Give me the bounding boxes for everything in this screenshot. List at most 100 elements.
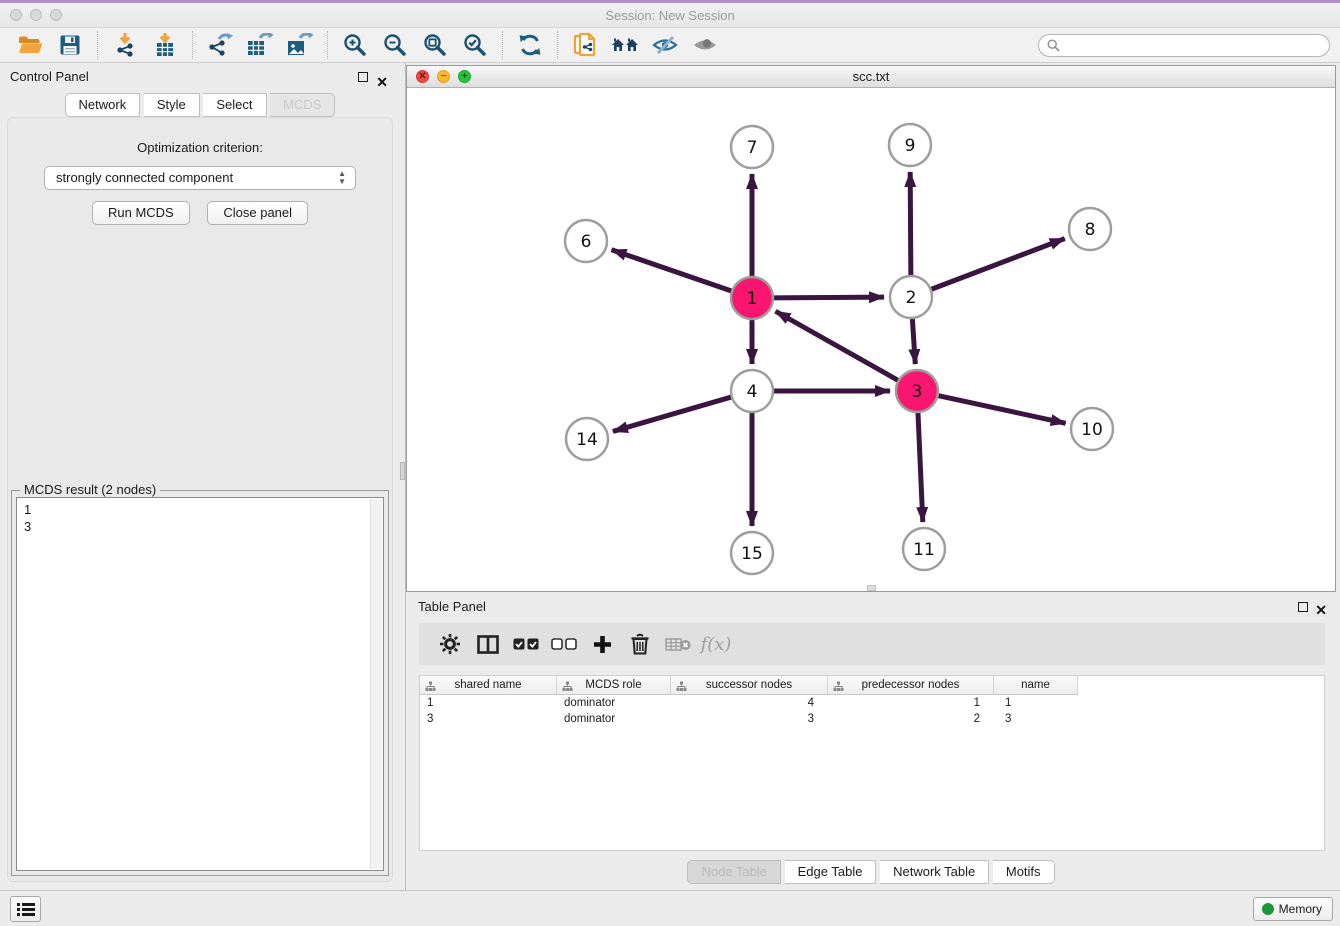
zoom-out-icon[interactable]	[375, 30, 415, 61]
mcds-result-group: MCDS result (2 nodes) 1 3	[11, 490, 389, 876]
cell-predecessor-nodes[interactable]: 1	[828, 695, 994, 711]
network-file-icon[interactable]	[565, 30, 605, 61]
close-table-panel-icon[interactable]: ✕	[1315, 598, 1327, 622]
graph-edge-3-1[interactable]	[776, 311, 901, 381]
cell-shared-name[interactable]: 3	[420, 711, 557, 727]
open-file-icon[interactable]	[10, 30, 50, 61]
hierarchy-icon	[425, 680, 436, 698]
run-mcds-button[interactable]: Run MCDS	[92, 201, 190, 225]
graph-node-label-6: 6	[581, 232, 592, 252]
close-window-icon[interactable]	[10, 9, 22, 21]
neighborhood-icon[interactable]	[605, 30, 645, 61]
delete-icon[interactable]	[621, 628, 659, 660]
control-panel-title: Control Panel	[10, 69, 89, 84]
graph-node-label-9: 9	[905, 136, 916, 156]
close-view-icon[interactable]: ✕	[416, 70, 429, 83]
cell-name[interactable]: 1	[994, 695, 1078, 711]
close-panel-button[interactable]: Close panel	[207, 201, 308, 225]
graph-edge-2-9[interactable]	[910, 172, 911, 278]
tab-edge-table[interactable]: Edge Table	[785, 860, 877, 884]
export-image-icon[interactable]	[280, 30, 320, 61]
import-table-icon[interactable]	[145, 30, 185, 61]
graph-edge-2-8[interactable]	[929, 239, 1065, 291]
cell-successor-nodes[interactable]: 4	[671, 695, 828, 711]
hierarchy-icon	[562, 680, 573, 698]
column-header-successor-nodes[interactable]: successor nodes	[671, 676, 828, 695]
canvas-resize-grip[interactable]	[867, 585, 876, 591]
cell-name[interactable]: 3	[994, 711, 1078, 727]
tab-motifs[interactable]: Motifs	[993, 860, 1055, 884]
mcds-result-list[interactable]: 1 3	[16, 497, 384, 871]
network-window-controls[interactable]: ✕ − +	[416, 70, 471, 83]
minimize-window-icon[interactable]	[30, 9, 42, 21]
split-view-icon[interactable]	[469, 628, 507, 660]
cell-successor-nodes[interactable]: 3	[671, 711, 828, 727]
tab-network[interactable]: Network	[65, 93, 141, 117]
result-scrollbar[interactable]	[370, 499, 382, 869]
tab-style[interactable]: Style	[144, 93, 200, 117]
show-details-icon[interactable]	[685, 30, 725, 61]
search-input[interactable]	[1038, 34, 1330, 57]
divider-grip[interactable]	[400, 462, 405, 480]
cell-shared-name[interactable]: 1	[420, 695, 557, 711]
graph-edge-2-3[interactable]	[912, 316, 915, 364]
tab-mcds[interactable]: MCDS	[270, 93, 335, 117]
function-builder-icon[interactable]: f(x)	[697, 628, 735, 660]
zoom-selected-icon[interactable]	[455, 30, 495, 61]
graph-node-label-4: 4	[747, 382, 758, 402]
cell-predecessor-nodes[interactable]: 2	[828, 711, 994, 727]
tab-node-table[interactable]: Node Table	[687, 860, 781, 884]
mcds-panel-body: Optimization criterion: strongly connect…	[7, 117, 393, 882]
app-window-controls[interactable]	[10, 9, 62, 21]
table-row[interactable]: 3 dominator 3 2 3	[420, 711, 1324, 727]
network-canvas[interactable]: 1234678910111415	[407, 88, 1335, 591]
node-table[interactable]: shared name MCDS role successor nodes pr…	[419, 675, 1325, 851]
delete-table-icon[interactable]	[659, 628, 697, 660]
maximize-view-icon[interactable]: +	[458, 70, 471, 83]
float-panel-icon[interactable]	[358, 72, 368, 82]
table-panel: Table Panel ✕	[406, 595, 1336, 887]
app-title: Session: New Session	[0, 3, 1340, 28]
tab-network-table[interactable]: Network Table	[880, 860, 989, 884]
memory-status-icon	[1262, 903, 1274, 915]
cell-mcds-role[interactable]: dominator	[557, 711, 671, 727]
graph-edge-3-11[interactable]	[918, 410, 923, 522]
network-window-titlebar[interactable]: ✕ − + scc.txt	[407, 66, 1335, 88]
deselect-all-icon[interactable]	[545, 628, 583, 660]
zoom-fit-icon[interactable]	[415, 30, 455, 61]
column-header-mcds-role[interactable]: MCDS role	[557, 676, 671, 695]
select-all-icon[interactable]	[507, 628, 545, 660]
add-icon[interactable]	[583, 628, 621, 660]
table-row[interactable]: 1 dominator 4 1 1	[420, 695, 1324, 711]
column-header-name[interactable]: name	[994, 676, 1078, 695]
task-history-button[interactable]	[10, 896, 41, 922]
memory-button[interactable]: Memory	[1253, 897, 1333, 921]
graph-edge-1-2[interactable]	[771, 297, 884, 298]
network-graph[interactable]: 1234678910111415	[407, 88, 1335, 591]
float-table-panel-icon[interactable]	[1298, 602, 1308, 612]
graph-edge-3-10[interactable]	[936, 395, 1066, 423]
save-icon[interactable]	[50, 30, 90, 61]
graph-node-label-1: 1	[747, 289, 758, 309]
control-panel-header: Control Panel ✕	[0, 63, 400, 91]
graph-edge-1-6[interactable]	[612, 250, 734, 292]
hide-details-icon[interactable]	[645, 30, 685, 61]
toolbar-separator	[97, 31, 98, 59]
zoom-in-icon[interactable]	[335, 30, 375, 61]
optimization-criterion-select[interactable]: strongly connected component ▲▼	[44, 166, 356, 190]
close-panel-icon[interactable]: ✕	[376, 68, 388, 96]
column-header-predecessor-nodes[interactable]: predecessor nodes	[828, 676, 994, 695]
cell-mcds-role[interactable]: dominator	[557, 695, 671, 711]
app-titlebar: Session: New Session	[0, 3, 1340, 28]
export-table-icon[interactable]	[240, 30, 280, 61]
gear-icon[interactable]	[431, 628, 469, 660]
refresh-icon[interactable]	[510, 30, 550, 61]
tab-select[interactable]: Select	[203, 93, 266, 117]
column-header-shared-name[interactable]: shared name	[420, 676, 557, 695]
main-toolbar	[0, 28, 1340, 63]
export-network-icon[interactable]	[200, 30, 240, 61]
maximize-window-icon[interactable]	[50, 9, 62, 21]
minimize-view-icon[interactable]: −	[437, 70, 450, 83]
import-network-icon[interactable]	[105, 30, 145, 61]
graph-edge-4-14[interactable]	[613, 396, 734, 431]
